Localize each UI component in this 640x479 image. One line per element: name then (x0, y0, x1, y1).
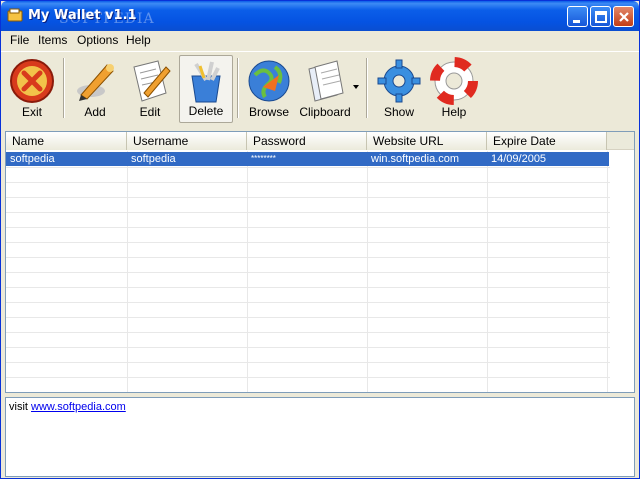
info-panel: visit www.softpedia.com (5, 397, 635, 477)
column-username[interactable]: Username (127, 132, 247, 150)
menu-options[interactable]: Options (77, 33, 118, 47)
toolbar-separator (237, 58, 239, 118)
grid-line (6, 302, 610, 303)
add-label: Add (84, 105, 106, 119)
column-password[interactable]: Password (247, 132, 367, 150)
pencil-add-icon (77, 64, 114, 101)
toolbar-separator (366, 58, 368, 118)
globe-browse-icon (248, 60, 290, 102)
edit-button[interactable]: Edit (123, 55, 177, 123)
grid-line (6, 167, 610, 168)
menu-file[interactable]: File (10, 33, 29, 47)
cell-expire-date: 14/09/2005 (491, 153, 547, 165)
wallet-icon (7, 8, 23, 22)
cell-name: softpedia (10, 153, 55, 165)
grid-line (6, 212, 610, 213)
grid-line (6, 242, 610, 243)
menu-bar: File Items Options Help (1, 31, 639, 50)
minimize-icon (573, 20, 580, 23)
show-button[interactable]: Show (371, 55, 427, 123)
cell-username: softpedia (131, 153, 176, 165)
menu-help[interactable]: Help (126, 33, 151, 47)
watermark: SOFTPEDIA (59, 11, 155, 27)
delete-button[interactable]: Delete (179, 55, 233, 123)
cell-website-url: win.softpedia.com (371, 153, 460, 165)
maximize-button[interactable] (590, 6, 611, 27)
close-button[interactable] (613, 6, 634, 27)
list-header: Name Username Password Website URL Expir… (6, 132, 634, 150)
column-name[interactable]: Name (6, 132, 127, 150)
menu-items[interactable]: Items (38, 33, 67, 47)
softpedia-link[interactable]: www.softpedia.com (31, 401, 126, 413)
grid-line (6, 362, 610, 363)
toolbar-separator (63, 58, 65, 118)
exit-label: Exit (21, 105, 42, 119)
grid-line (247, 151, 248, 392)
minimize-button[interactable] (567, 6, 588, 27)
main-window: My Wallet v1.1 SOFTPEDIA File Items Opti… (0, 0, 640, 479)
grid-line (6, 197, 610, 198)
grid-line (607, 151, 608, 392)
grid-line (6, 377, 610, 378)
table-row[interactable]: softpedia softpedia ******** win.softped… (6, 152, 609, 166)
grid-line (6, 287, 610, 288)
grid-line (6, 347, 610, 348)
wallet-list[interactable]: Name Username Password Website URL Expir… (5, 131, 635, 393)
grid-line (127, 151, 128, 392)
grid-line (6, 317, 610, 318)
clipboard-label: Clipboard (299, 105, 351, 119)
gear-show-icon (377, 59, 421, 103)
document-edit-icon (133, 60, 171, 102)
grid-line (6, 227, 610, 228)
browse-button[interactable]: Browse (241, 55, 297, 123)
exit-icon (10, 59, 54, 103)
clipboard-button[interactable]: Clipboard (297, 55, 353, 123)
toolbar: Exit Add Edit Delete Browse Clipboard Sh… (1, 51, 639, 125)
cell-password: ******** (251, 154, 276, 163)
help-button[interactable]: Help (427, 55, 481, 123)
exit-button[interactable]: Exit (5, 55, 59, 123)
delete-label: Delete (188, 104, 224, 118)
clipboard-dropdown-icon[interactable] (353, 85, 359, 89)
close-icon (619, 12, 629, 22)
help-label: Help (441, 105, 467, 119)
trash-bin-icon (191, 61, 221, 103)
grid-line (367, 151, 368, 392)
clipboard-icon (308, 60, 344, 102)
title-bar[interactable]: My Wallet v1.1 SOFTPEDIA (1, 1, 639, 31)
edit-label: Edit (139, 105, 161, 119)
info-prefix: visit (9, 401, 28, 413)
grid-line (6, 272, 610, 273)
maximize-icon (595, 11, 607, 23)
show-label: Show (383, 105, 415, 119)
lifebuoy-help-icon (430, 57, 478, 105)
list-body: softpedia softpedia ******** win.softped… (6, 151, 634, 392)
browse-label: Browse (248, 105, 289, 119)
grid-line (487, 151, 488, 392)
column-website-url[interactable]: Website URL (367, 132, 487, 150)
column-expire-date[interactable]: Expire Date (487, 132, 607, 150)
grid-line (6, 332, 610, 333)
grid-line (6, 257, 610, 258)
grid-line (6, 182, 610, 183)
add-button[interactable]: Add (67, 55, 123, 123)
